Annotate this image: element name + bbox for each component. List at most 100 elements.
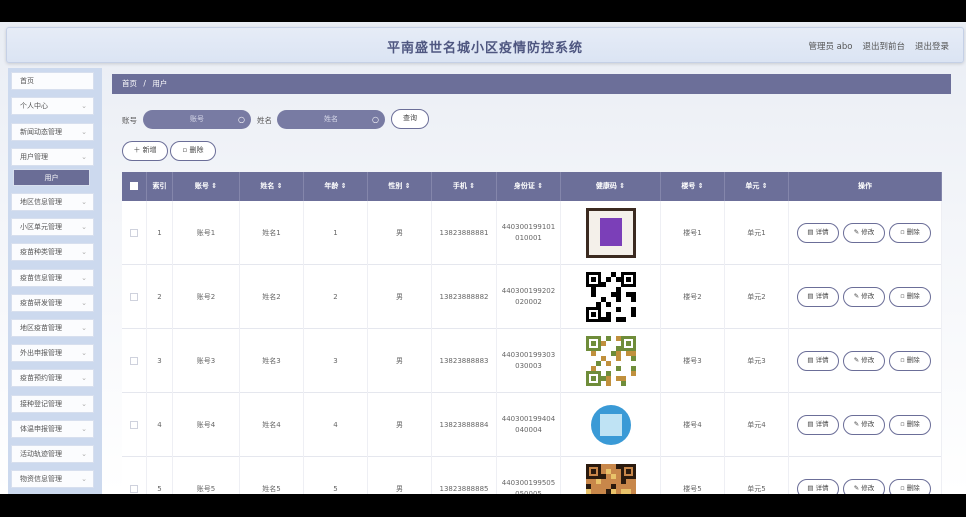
- table-cell: 440300199404 040004: [497, 393, 561, 457]
- column-header[interactable]: 性别 ⇕: [368, 172, 432, 201]
- name-search-input[interactable]: 姓名 ○: [277, 110, 385, 129]
- edit-button[interactable]: ✎ 修改: [843, 223, 885, 243]
- sidebar-item[interactable]: 接种登记管理 ⌄: [11, 395, 94, 413]
- table-cell: 账号3: [173, 329, 240, 393]
- column-header[interactable]: 手机 ⇕: [432, 172, 497, 201]
- sidebar-item-label: 小区单元管理: [20, 223, 62, 231]
- chevron-down-icon: ⌄: [81, 475, 87, 483]
- row-checkbox[interactable]: [130, 229, 138, 237]
- edit-button[interactable]: ✎ 修改: [843, 415, 885, 435]
- edit-button-label: 修改: [861, 356, 875, 364]
- account-search-input[interactable]: 账号 ○: [143, 110, 251, 129]
- chevron-down-icon: ⌄: [81, 299, 87, 307]
- sidebar-item-label: 物资信息管理: [20, 475, 62, 483]
- detail-button[interactable]: ▤ 详情: [797, 479, 839, 494]
- row-delete-button-label: 删除: [906, 292, 920, 300]
- table-cell: 账号1: [173, 201, 240, 265]
- table-cell: 楼号4: [661, 393, 725, 457]
- row-checkbox[interactable]: [130, 485, 138, 493]
- detail-button[interactable]: ▤ 详情: [797, 351, 839, 371]
- sidebar-item[interactable]: 体温申报管理 ⌄: [11, 420, 94, 438]
- row-checkbox[interactable]: [130, 421, 138, 429]
- detail-button-label: 详情: [815, 420, 829, 428]
- delete-button-label: 删除: [189, 146, 204, 154]
- exit-to-frontend-link[interactable]: 退出到前台: [862, 40, 905, 52]
- sidebar-item[interactable]: 首页: [11, 72, 94, 90]
- sidebar-item[interactable]: 地区疫苗管理 ⌄: [11, 319, 94, 337]
- column-header[interactable]: 账号 ⇕: [173, 172, 240, 201]
- column-header[interactable]: 姓名 ⇕: [240, 172, 304, 201]
- column-header[interactable]: 单元 ⇕: [725, 172, 789, 201]
- select-all-cell: [122, 172, 147, 201]
- sidebar-item-label: 疫苗研发管理: [20, 299, 62, 307]
- column-header[interactable]: 身份证 ⇕: [497, 172, 561, 201]
- cell-age: 1: [333, 228, 338, 237]
- sidebar-item[interactable]: 外出申报管理 ⌄: [11, 344, 94, 362]
- table-cell: 男: [368, 201, 432, 265]
- table-cell: 1: [304, 201, 368, 265]
- column-header: 索引: [147, 172, 173, 201]
- sidebar-item[interactable]: 物资信息管理 ⌄: [11, 470, 94, 488]
- sidebar-item-label: 用户: [44, 174, 59, 182]
- sidebar-item[interactable]: 新闻动态管理 ⌄: [11, 123, 94, 141]
- health-code-qr-icon: [585, 336, 636, 386]
- table-cell: 440300199101 010001: [497, 201, 561, 265]
- sort-icon: ⇕: [466, 182, 476, 190]
- sidebar-item[interactable]: 用户: [13, 169, 90, 186]
- row-checkbox[interactable]: [130, 293, 138, 301]
- column-header[interactable]: 楼号 ⇕: [661, 172, 725, 201]
- cell-id-card-line2: 050005: [515, 490, 542, 494]
- column-header[interactable]: 健康码 ⇕: [561, 172, 661, 201]
- detail-button[interactable]: ▤ 详情: [797, 287, 839, 307]
- row-delete-button[interactable]: ▫ 删除: [889, 415, 931, 435]
- sidebar-item-label: 地区信息管理: [20, 198, 62, 206]
- row-checkbox[interactable]: [130, 357, 138, 365]
- sort-icon: ⇕: [274, 182, 283, 190]
- sidebar-item[interactable]: 疫苗种类管理 ⌄: [11, 243, 94, 261]
- plus-icon: ＋: [133, 146, 143, 154]
- sidebar-item[interactable]: 地区信息管理 ⌄: [11, 193, 94, 211]
- cell-id-card-line1: 440300199303: [501, 351, 556, 359]
- row-delete-button[interactable]: ▫ 删除: [889, 223, 931, 243]
- table-cell: 13823888884: [432, 393, 497, 457]
- table-cell: 楼号3: [661, 329, 725, 393]
- table-cell: 440300199303 030003: [497, 329, 561, 393]
- table-cell: 单元4: [725, 393, 789, 457]
- edit-button[interactable]: ✎ 修改: [843, 351, 885, 371]
- cell-id-card: 440300199202 020002: [502, 286, 555, 308]
- chevron-down-icon: ⌄: [81, 248, 87, 256]
- row-delete-button[interactable]: ▫ 删除: [889, 479, 931, 494]
- cell-id-card-line1: 440300199202: [501, 287, 556, 295]
- logout-link[interactable]: 退出登录: [915, 40, 949, 52]
- sidebar-item[interactable]: 疫苗预约管理 ⌄: [11, 369, 94, 387]
- add-button-label: 新增: [142, 146, 157, 154]
- table-cell: 3: [147, 329, 173, 393]
- sidebar-item[interactable]: 小区单元管理 ⌄: [11, 218, 94, 236]
- add-button[interactable]: ＋ 新增: [122, 141, 168, 161]
- sidebar-item[interactable]: 活动轨迹管理 ⌄: [11, 445, 94, 463]
- table-cell: [561, 201, 661, 265]
- select-all-checkbox[interactable]: [130, 182, 138, 190]
- table-cell: 楼号5: [661, 457, 725, 494]
- table-cell: 姓名2: [240, 265, 304, 329]
- edit-button[interactable]: ✎ 修改: [843, 287, 885, 307]
- sidebar-item[interactable]: 疫苗研发管理 ⌄: [11, 294, 94, 312]
- table-cell: 账号2: [173, 265, 240, 329]
- column-header-label: 身份证: [513, 182, 535, 190]
- breadcrumb-home[interactable]: 首页: [122, 79, 137, 88]
- column-header[interactable]: 年龄 ⇕: [304, 172, 368, 201]
- cell-account: 账号4: [196, 420, 216, 429]
- row-delete-button[interactable]: ▫ 删除: [889, 351, 931, 371]
- chevron-down-icon: ⌄: [81, 274, 87, 282]
- row-delete-button[interactable]: ▫ 删除: [889, 287, 931, 307]
- chevron-down-icon: ⌄: [81, 450, 87, 458]
- delete-button[interactable]: ▫ 删除: [170, 141, 216, 161]
- detail-button[interactable]: ▤ 详情: [797, 223, 839, 243]
- sidebar-item[interactable]: 疫苗信息管理 ⌄: [11, 269, 94, 287]
- edit-button[interactable]: ✎ 修改: [843, 479, 885, 494]
- sidebar-item[interactable]: 用户管理 ⌄: [11, 148, 94, 166]
- actions-cell: ▤ 详情 ✎ 修改 ▫ 删除: [789, 201, 942, 265]
- sidebar-item[interactable]: 个人中心 ⌄: [11, 97, 94, 115]
- detail-button[interactable]: ▤ 详情: [797, 415, 839, 435]
- query-button[interactable]: 查询: [391, 109, 429, 129]
